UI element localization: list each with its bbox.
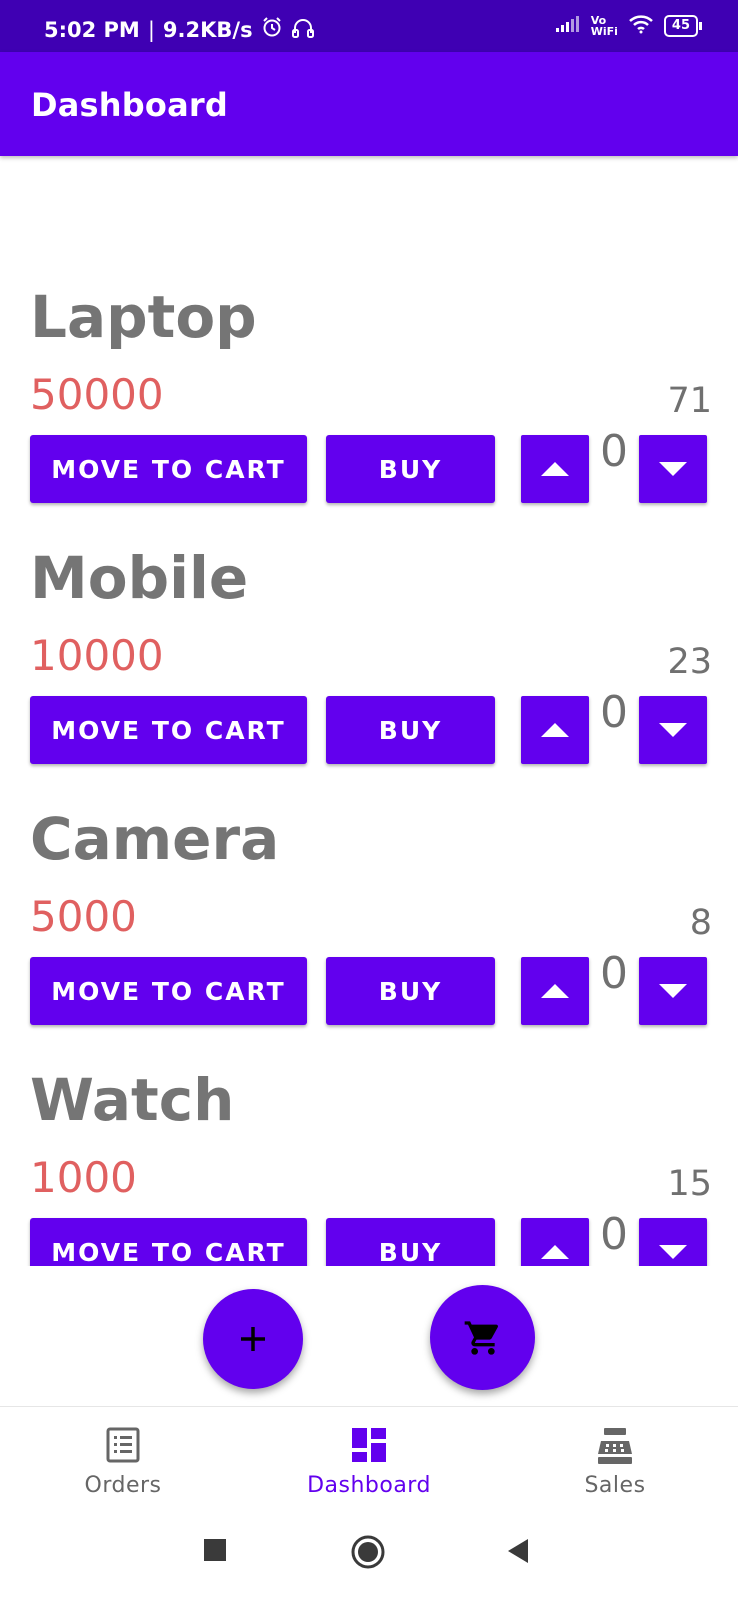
nav-orders[interactable]: Orders	[0, 1407, 246, 1515]
product-name: Watch	[30, 1066, 235, 1134]
move-to-cart-button[interactable]: MOVE TO CART	[30, 696, 307, 764]
product-price: 5000	[30, 892, 137, 941]
product-stock: 8	[689, 903, 712, 943]
signal-icon	[555, 15, 581, 37]
product-stock: 23	[667, 642, 712, 682]
buy-button[interactable]: BUY	[326, 1218, 495, 1266]
product-stock: 15	[667, 1164, 712, 1204]
product-name: Camera	[30, 805, 280, 873]
increment-button[interactable]	[521, 696, 589, 764]
buy-button[interactable]: BUY	[326, 696, 495, 764]
product-item: Watch 1000 15 MOVE TO CART BUY 0	[0, 1063, 738, 1266]
nav-dashboard[interactable]: Dashboard	[246, 1407, 492, 1515]
status-time: 5:02 PM	[44, 17, 140, 42]
home-circle-icon	[351, 1535, 385, 1569]
product-item: Camera 5000 8 MOVE TO CART BUY 0	[0, 802, 738, 1063]
product-name: Mobile	[30, 544, 249, 612]
move-to-cart-button[interactable]: MOVE TO CART	[30, 435, 307, 503]
arrow-down-icon	[659, 1245, 687, 1259]
recents-button[interactable]	[203, 1538, 227, 1562]
decrement-button[interactable]	[639, 957, 707, 1025]
buy-button[interactable]: BUY	[326, 435, 495, 503]
quantity-value: 0	[600, 687, 628, 738]
status-right: Vo WiFi 45	[555, 14, 703, 38]
square-icon	[204, 1539, 226, 1561]
bottom-navigation: Orders Dashboard Sales	[0, 1406, 738, 1516]
add-product-fab[interactable]	[203, 1289, 303, 1389]
nav-orders-label: Orders	[84, 1473, 162, 1498]
quantity-value: 0	[600, 1209, 628, 1260]
move-to-cart-button[interactable]: MOVE TO CART	[30, 957, 307, 1025]
arrow-up-icon	[541, 984, 569, 998]
headset-icon	[291, 16, 315, 43]
nav-sales-label: Sales	[584, 1473, 646, 1498]
status-speed: 9.2KB/s	[162, 17, 253, 42]
battery-icon: 45	[663, 15, 703, 37]
arrow-up-icon	[541, 462, 569, 476]
system-navigation-bar	[0, 1514, 738, 1600]
home-button[interactable]	[350, 1534, 386, 1570]
product-list[interactable]: Laptop 50000 71 MOVE TO CART BUY 0 Mobil…	[0, 156, 738, 1266]
nav-dashboard-label: Dashboard	[307, 1473, 431, 1498]
product-price: 50000	[30, 370, 164, 419]
wifi-icon	[628, 14, 654, 38]
vowifi-icon: Vo WiFi	[591, 15, 618, 37]
quantity-value: 0	[600, 948, 628, 999]
cart-icon	[464, 1320, 498, 1355]
back-button[interactable]	[506, 1538, 530, 1564]
alarm-icon	[261, 16, 283, 43]
decrement-button[interactable]	[639, 1218, 707, 1266]
dashboard-icon	[352, 1428, 386, 1462]
app-bar: Dashboard	[0, 52, 738, 156]
buy-button[interactable]: BUY	[326, 957, 495, 1025]
product-stock: 71	[667, 381, 712, 421]
arrow-down-icon	[659, 984, 687, 998]
cart-fab[interactable]	[430, 1285, 535, 1390]
quantity-value: 0	[600, 426, 628, 477]
product-item: Laptop 50000 71 MOVE TO CART BUY 0	[0, 280, 738, 541]
arrow-down-icon	[659, 723, 687, 737]
status-left: 5:02 PM | 9.2KB/s	[44, 16, 315, 43]
orders-list-icon	[106, 1427, 140, 1463]
vowifi-bottom: WiFi	[590, 25, 618, 38]
increment-button[interactable]	[521, 1218, 589, 1266]
product-item: Mobile 10000 23 MOVE TO CART BUY 0	[0, 541, 738, 802]
status-separator: |	[147, 17, 155, 42]
move-to-cart-button[interactable]: MOVE TO CART	[30, 1218, 307, 1266]
nav-sales[interactable]: Sales	[492, 1407, 738, 1515]
product-price: 10000	[30, 631, 164, 680]
arrow-down-icon	[659, 462, 687, 476]
decrement-button[interactable]	[639, 696, 707, 764]
decrement-button[interactable]	[639, 435, 707, 503]
back-triangle-icon	[508, 1539, 528, 1563]
arrow-up-icon	[541, 723, 569, 737]
arrow-up-icon	[541, 1245, 569, 1259]
page-title: Dashboard	[31, 86, 228, 124]
increment-button[interactable]	[521, 957, 589, 1025]
product-name: Laptop	[30, 283, 257, 351]
status-bar: 5:02 PM | 9.2KB/s Vo WiFi 45	[0, 0, 738, 52]
increment-button[interactable]	[521, 435, 589, 503]
cash-register-icon	[598, 1428, 632, 1464]
plus-icon	[241, 1327, 265, 1351]
product-price: 1000	[30, 1153, 137, 1202]
